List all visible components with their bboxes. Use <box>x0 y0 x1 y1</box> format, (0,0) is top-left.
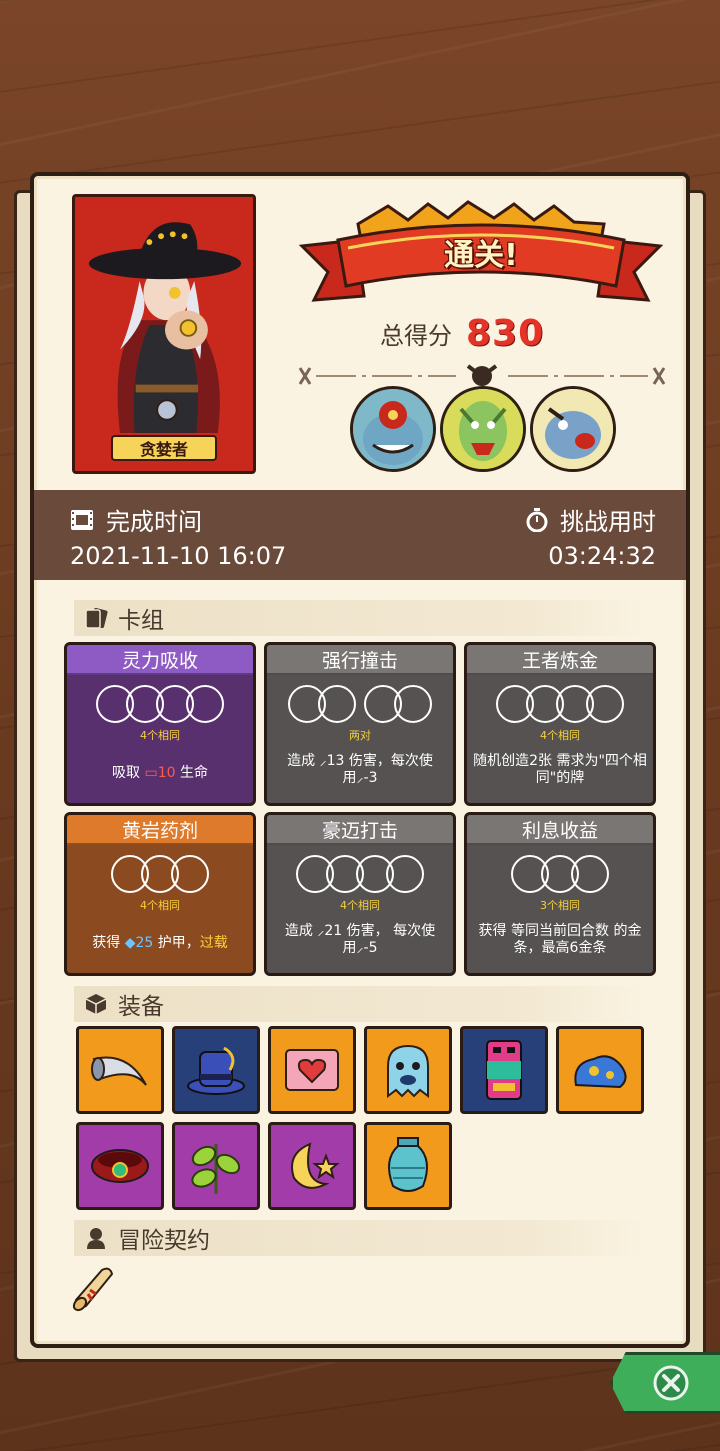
card-royal-alchemy[interactable]: 王者炼金 4个相同 随机创造2张 需求为"四个相同"的牌 <box>464 642 656 806</box>
box-icon <box>84 992 108 1016</box>
finish-time-value: 2021-11-10 16:07 <box>70 542 287 570</box>
card-description: 获得 等同当前回合数 的金条，最高6金条 <box>478 923 642 956</box>
horn-icon[interactable] <box>76 1026 164 1114</box>
equipment-section-header: 装备 <box>74 986 646 1022</box>
ghost-icon[interactable] <box>364 1026 452 1114</box>
card-title: 灵力吸收 <box>67 645 253 675</box>
card-description: 造成 ⸝21 伤害， 每次使用⸝-5 <box>284 923 436 956</box>
card-interest-income[interactable]: 利息收益 3个相同 获得 等同当前回合数 的金条，最高6金条 <box>464 812 656 976</box>
card-slots <box>267 685 453 727</box>
card-requirement: 3个相同 <box>540 899 580 912</box>
card-description: 造成 ⸝13 伤害，每次使用⸝-3 <box>287 753 433 786</box>
hero-card[interactable]: 贪婪者 <box>72 194 256 474</box>
card-slots <box>67 855 253 897</box>
challenge-time-text: 挑战用时 <box>560 508 656 536</box>
challenge-time-label: 挑战用时 <box>526 502 656 537</box>
blue-slime-icon[interactable] <box>556 1026 644 1114</box>
hero-name: 贪婪者 <box>111 435 217 461</box>
shield-icon: ◆ <box>124 935 136 951</box>
card-slots <box>467 855 653 897</box>
close-icon <box>653 1365 688 1401</box>
contract-section-header: 冒险契约 <box>74 1220 646 1256</box>
heart-box-icon[interactable] <box>268 1026 356 1114</box>
hero-portrait <box>81 203 247 434</box>
card-requirement: 两对 <box>349 729 371 742</box>
close-button[interactable] <box>610 1352 720 1414</box>
deck-section-header: 卡组 <box>74 600 646 636</box>
card-description: 吸取 ▭10 生命 <box>112 765 208 781</box>
urn-icon[interactable] <box>364 1122 452 1210</box>
card-slots <box>67 685 253 727</box>
deck-section-title: 卡组 <box>118 608 164 634</box>
card-requirement: 4个相同 <box>340 899 380 912</box>
victory-title: 通关! <box>444 238 518 273</box>
stats-bar: 完成时间 2021-11-10 16:07 挑战用时 03:24:32 <box>34 490 686 580</box>
person-icon <box>84 1226 108 1250</box>
total-score: 总得分 830 <box>380 310 544 356</box>
stopwatch-icon <box>526 507 548 532</box>
card-slots <box>467 685 653 727</box>
card-title: 豪迈打击 <box>267 815 453 845</box>
cards-icon <box>84 606 108 630</box>
card-description: 随机创造2张 需求为"四个相同"的牌 <box>473 753 647 786</box>
card-yellow-rock-potion[interactable]: 黄岩药剂 4个相同 获得 ◆25 护甲，过载 <box>64 812 256 976</box>
finish-time-label: 完成时间 <box>70 502 202 537</box>
score-label: 总得分 <box>380 321 452 350</box>
card-description: 获得 ◆25 护甲，过载 <box>92 935 228 951</box>
heart-value-icon: ▭ <box>144 765 158 781</box>
card-requirement: 4个相同 <box>540 729 580 742</box>
card-bold-strike[interactable]: 豪迈打击 4个相同 造成 ⸝21 伤害， 每次使用⸝-5 <box>264 812 456 976</box>
card-title: 黄岩药剂 <box>67 815 253 845</box>
moon-star-icon[interactable] <box>268 1122 356 1210</box>
card-title: 利息收益 <box>467 815 653 845</box>
totem-icon[interactable] <box>460 1026 548 1114</box>
card-title: 王者炼金 <box>467 645 653 675</box>
scroll-icon[interactable] <box>66 1260 118 1316</box>
boss-portrait-1[interactable] <box>350 386 436 472</box>
victory-banner: 通关! <box>298 200 664 304</box>
challenge-time-value: 03:24:32 <box>548 542 656 570</box>
card-forced-strike[interactable]: 强行撞击 两对 造成 ⸝13 伤害，每次使用⸝-3 <box>264 642 456 806</box>
contract-section-title: 冒险契约 <box>118 1228 210 1254</box>
card-spirit-absorb[interactable]: 灵力吸收 4个相同 吸取 ▭10 生命 <box>64 642 256 806</box>
leaf-icon[interactable] <box>172 1122 260 1210</box>
finish-time-text: 完成时间 <box>106 508 202 536</box>
boss-portrait-2[interactable] <box>440 386 526 472</box>
card-title: 强行撞击 <box>267 645 453 675</box>
score-value: 830 <box>466 312 545 354</box>
card-requirement: 4个相同 <box>140 729 180 742</box>
boss-portrait-3[interactable] <box>530 386 616 472</box>
collar-icon[interactable] <box>76 1122 164 1210</box>
card-slots <box>267 855 453 897</box>
top-hat-icon[interactable] <box>172 1026 260 1114</box>
equipment-section-title: 装备 <box>118 994 164 1020</box>
card-requirement: 4个相同 <box>140 899 180 912</box>
film-icon <box>71 509 93 530</box>
